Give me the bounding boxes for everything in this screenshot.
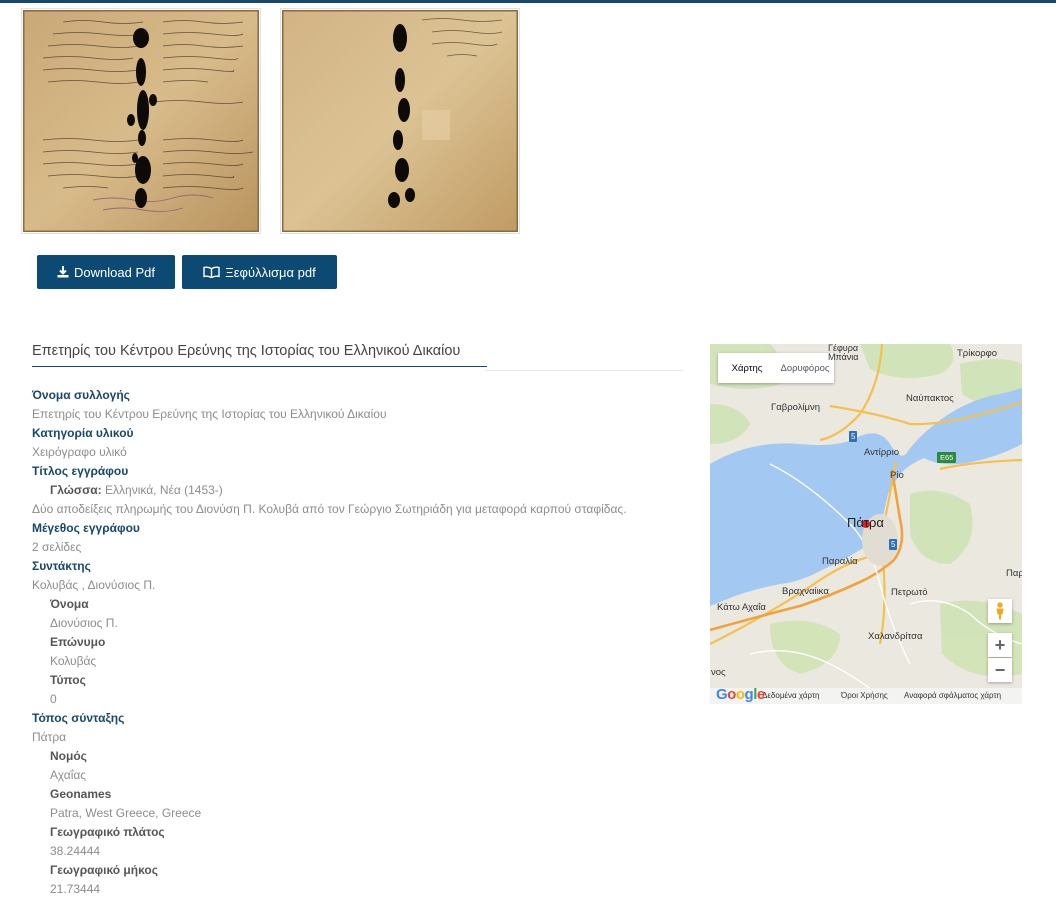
last-name-label: Επώνυμο — [50, 635, 106, 649]
last-name-value: Κολυβάς — [50, 654, 97, 668]
map-label-trikorfo: Τρίκορφο — [957, 348, 998, 359]
open-book-icon — [203, 266, 220, 278]
author-value: Κολυβάς , Διονύσιος Π. — [32, 578, 156, 592]
map-label-petroto: Πετρωτό — [891, 587, 928, 598]
doc-title-value: Δύο αποδείξεις πληρωμής του Διονύση Π. Κ… — [32, 502, 627, 516]
doc-size-value: 2 σελίδες — [32, 540, 82, 554]
map-label-mpania: Μπάνια — [828, 352, 859, 362]
category-value: Χειρόγραφο υλικό — [32, 445, 127, 459]
map-label-kato-achaia: Κάτω Αχαΐα — [717, 602, 766, 613]
map-type-control: Χάρτης Δορυφόρος — [718, 353, 834, 383]
longitude-label: Γεωγραφικό μήκος — [50, 863, 158, 877]
document-page-1-thumbnail[interactable] — [21, 8, 261, 234]
road-shield-e65: E65 — [937, 452, 957, 463]
place-label: Τόπος σύνταξης — [32, 711, 125, 725]
map-label-par: Παρ — [1006, 568, 1022, 579]
flip-pdf-label: Ξεφύλλισμα pdf — [225, 264, 316, 280]
doc-size-label: Μέγεθος εγγράφου — [32, 521, 140, 535]
map-label-chalandritsa: Χαλανδρίτσα — [868, 631, 923, 642]
latitude-value: 38.24444 — [50, 844, 101, 858]
first-name-label: Όνομα — [50, 597, 89, 611]
map-label-paralia: Παραλία — [822, 556, 858, 567]
flip-pdf-button[interactable]: Ξεφύλλισμα pdf — [182, 255, 337, 289]
geonames-label: Geonames — [50, 787, 112, 801]
terms-link[interactable]: Όροι Χρήσης — [841, 691, 888, 700]
map-label-patra: Πάτρα — [847, 515, 884, 530]
title-divider — [485, 370, 683, 371]
zoom-out-button[interactable]: − — [988, 658, 1012, 682]
language-row: Γλώσσα: Ελληνικά, Νέα (1453-) — [32, 481, 692, 500]
top-accent-bar — [0, 0, 1056, 3]
download-pdf-label: Download Pdf — [74, 264, 155, 280]
download-pdf-button[interactable]: Download Pdf — [37, 255, 175, 289]
prefecture-label: Νομός — [50, 749, 87, 763]
doc-title-label: Τίτλος εγγράφου — [32, 464, 129, 478]
pegman-icon — [996, 602, 1004, 620]
latitude-label: Γεωγραφικό πλάτος — [50, 825, 165, 839]
manuscript-image — [23, 10, 259, 232]
language-value: Ελληνικά, Νέα (1453-) — [105, 483, 223, 497]
category-label: Κατηγορία υλικού — [32, 426, 134, 440]
map-label-vrachnaika: Βραχναίικα — [782, 586, 829, 597]
geonames-value: Patra, West Greece, Greece — [50, 806, 202, 820]
road-shield-5-south: 5 — [889, 539, 898, 550]
prefecture-value: Αχαΐας — [50, 768, 87, 782]
document-page-2-thumbnail[interactable] — [280, 8, 520, 234]
first-name-value: Διονύσιος Π. — [50, 616, 118, 630]
map-label-gavrolimni: Γαβρολίμνη — [771, 402, 821, 413]
zoom-in-button[interactable]: + — [988, 633, 1012, 657]
map-label-rio: Ρίο — [890, 470, 904, 481]
map-label-antirrio: Αντίρριο — [864, 447, 899, 458]
map-type-map-button[interactable]: Χάρτης — [718, 353, 776, 383]
type-value: 0 — [50, 692, 57, 706]
road-shield-5-north: 5 — [849, 431, 858, 442]
map-label-nos: νος — [711, 667, 726, 678]
map-type-satellite-button[interactable]: Δορυφόρος — [776, 353, 834, 383]
report-error-link[interactable]: Αναφορά σφάλματος χάρτη — [904, 691, 1001, 700]
longitude-value: 21.73444 — [50, 882, 101, 896]
map-label-nafpaktos: Ναύπακτος — [906, 393, 954, 404]
map-data-link[interactable]: Δεδομένα χάρτη — [762, 691, 820, 700]
collection-name-value: Επετηρίς του Κέντρου Ερεύνης της Ιστορία… — [32, 407, 387, 421]
manuscript-image — [282, 10, 518, 232]
collection-title: Επετηρίς του Κέντρου Ερεύνης της Ιστορία… — [32, 343, 487, 367]
language-label: Γλώσσα: — [50, 483, 102, 497]
collection-name-label: Όνομα συλλογής — [32, 388, 130, 402]
download-icon — [57, 266, 69, 278]
metadata-fields: Όνομα συλλογής Επετηρίς του Κέντρου Ερεύ… — [32, 386, 692, 899]
street-view-pegman-icon[interactable] — [988, 599, 1012, 623]
location-map[interactable]: Χάρτης Δορυφόρος Γέφυρα Μπάνια Τρίκορφο … — [710, 344, 1022, 704]
type-label: Τύπος — [50, 673, 86, 687]
place-value: Πάτρα — [32, 730, 67, 744]
author-label: Συντάκτης — [32, 559, 91, 573]
google-logo: Google — [716, 686, 765, 703]
